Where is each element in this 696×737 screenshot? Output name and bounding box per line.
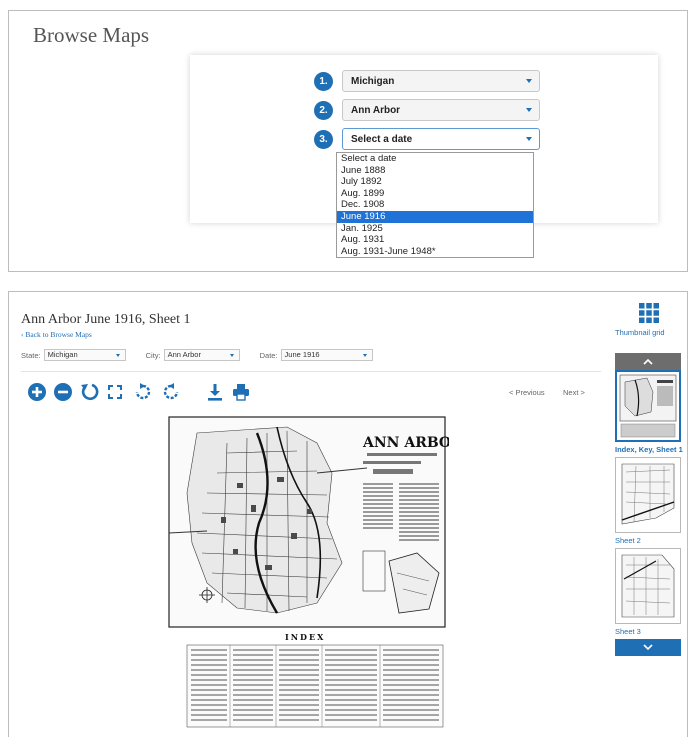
- state-select-value: Michigan: [351, 75, 395, 87]
- chevron-down-icon: [362, 354, 367, 357]
- date-dropdown-list: Select a date June 1888 July 1892 Aug. 1…: [336, 152, 534, 259]
- chevron-down-icon: [526, 79, 532, 83]
- city-filter-label: City:: [145, 350, 161, 360]
- back-to-browse-link[interactable]: ‹ Back to Browse Maps: [21, 330, 92, 339]
- date-option[interactable]: Aug. 1899: [337, 188, 533, 200]
- thumbnail-sheet-2[interactable]: [615, 457, 681, 533]
- city-select[interactable]: Ann Arbor: [342, 99, 540, 121]
- zoom-in-icon[interactable]: [27, 382, 47, 402]
- scroll-down-button[interactable]: [615, 639, 681, 656]
- thumbnail-label[interactable]: Index, Key, Sheet 1: [615, 442, 683, 457]
- map-heading: ANN ARBOR: [362, 435, 449, 451]
- date-option[interactable]: June 1888: [337, 165, 533, 177]
- thumbnail-sheet-3[interactable]: [615, 548, 681, 624]
- rotate-right-icon[interactable]: [161, 382, 181, 402]
- date-select-value: Select a date: [351, 133, 413, 145]
- thumbnail-image: [619, 374, 677, 438]
- date-filter-value: June 1916: [284, 350, 320, 359]
- state-filter-select[interactable]: Michigan: [43, 349, 126, 361]
- city-filter-select[interactable]: Ann Arbor: [163, 349, 240, 361]
- thumbnail-label[interactable]: Sheet 3: [615, 624, 683, 639]
- page-title: Ann Arbor June 1916, Sheet 1: [21, 312, 191, 327]
- thumbnail-sheet-1[interactable]: [615, 370, 681, 442]
- scroll-up-button[interactable]: [615, 353, 681, 370]
- index-heading: INDEX: [285, 632, 325, 642]
- state-step: 1. Michigan: [314, 69, 540, 93]
- thumbnail-grid-label[interactable]: Thumbnail grid: [615, 328, 665, 337]
- previous-link[interactable]: < Previous: [509, 388, 545, 397]
- chevron-down-icon: [229, 354, 234, 357]
- divider: [21, 371, 601, 372]
- date-option[interactable]: Select a date: [337, 153, 533, 165]
- filter-bar: State: Michigan City: Ann Arbor Date: Ju…: [21, 349, 393, 361]
- rotate-left-icon[interactable]: [133, 382, 153, 402]
- thumbnail-image: [621, 463, 675, 525]
- state-filter-value: Michigan: [47, 350, 78, 359]
- step-number-3: 3.: [314, 129, 333, 149]
- date-option[interactable]: Aug. 1931: [337, 234, 533, 246]
- chevron-down-icon: [526, 108, 532, 112]
- city-step: 2. Ann Arbor: [314, 98, 540, 122]
- state-select[interactable]: Michigan: [342, 70, 540, 92]
- date-filter-label: Date:: [259, 350, 278, 360]
- print-icon[interactable]: [231, 382, 251, 402]
- date-option[interactable]: Jan. 1925: [337, 223, 533, 235]
- browse-maps-panel: Browse Maps 1. Michigan 2. Ann Arbor 3. …: [8, 10, 688, 272]
- sanborn-map-scan: ANN ARBOR INDEX: [167, 413, 463, 737]
- state-filter-label: State:: [21, 350, 41, 360]
- date-option[interactable]: Dec. 1908: [337, 199, 533, 211]
- next-link[interactable]: Next >: [563, 388, 585, 397]
- date-option[interactable]: Aug. 1931-June 1948*: [337, 246, 533, 258]
- date-select[interactable]: Select a date: [342, 128, 540, 150]
- city-filter-value: Ann Arbor: [167, 350, 201, 359]
- city-select-value: Ann Arbor: [351, 104, 401, 116]
- date-filter-select[interactable]: June 1916: [280, 349, 373, 361]
- thumbnail-grid-icon[interactable]: [639, 303, 659, 323]
- fullscreen-icon[interactable]: [105, 382, 125, 402]
- chevron-down-icon: [526, 137, 532, 141]
- date-step: 3. Select a date: [314, 127, 540, 151]
- browse-maps-title: Browse Maps: [33, 23, 150, 47]
- map-sheet-image[interactable]: ANN ARBOR INDEX: [167, 413, 463, 737]
- step-number-2: 2.: [314, 100, 333, 120]
- map-viewer-panel: Ann Arbor June 1916, Sheet 1 ‹ Back to B…: [8, 291, 688, 737]
- date-option[interactable]: July 1892: [337, 176, 533, 188]
- thumbnail-image: [621, 554, 675, 618]
- chevron-down-icon: [643, 644, 653, 651]
- chevron-down-icon: [115, 354, 120, 357]
- step-number-1: 1.: [314, 71, 333, 91]
- zoom-out-icon[interactable]: [53, 382, 73, 402]
- reset-icon[interactable]: [79, 382, 99, 402]
- back-link-label: Back to Browse Maps: [25, 330, 92, 339]
- chevron-up-icon: [643, 358, 653, 365]
- thumbnail-label[interactable]: Sheet 2: [615, 533, 683, 548]
- date-option-highlighted[interactable]: June 1916: [337, 210, 533, 223]
- thumbnail-strip: Index, Key, Sheet 1 Sheet 2 Sheet 3: [615, 353, 683, 656]
- download-icon[interactable]: [205, 382, 225, 402]
